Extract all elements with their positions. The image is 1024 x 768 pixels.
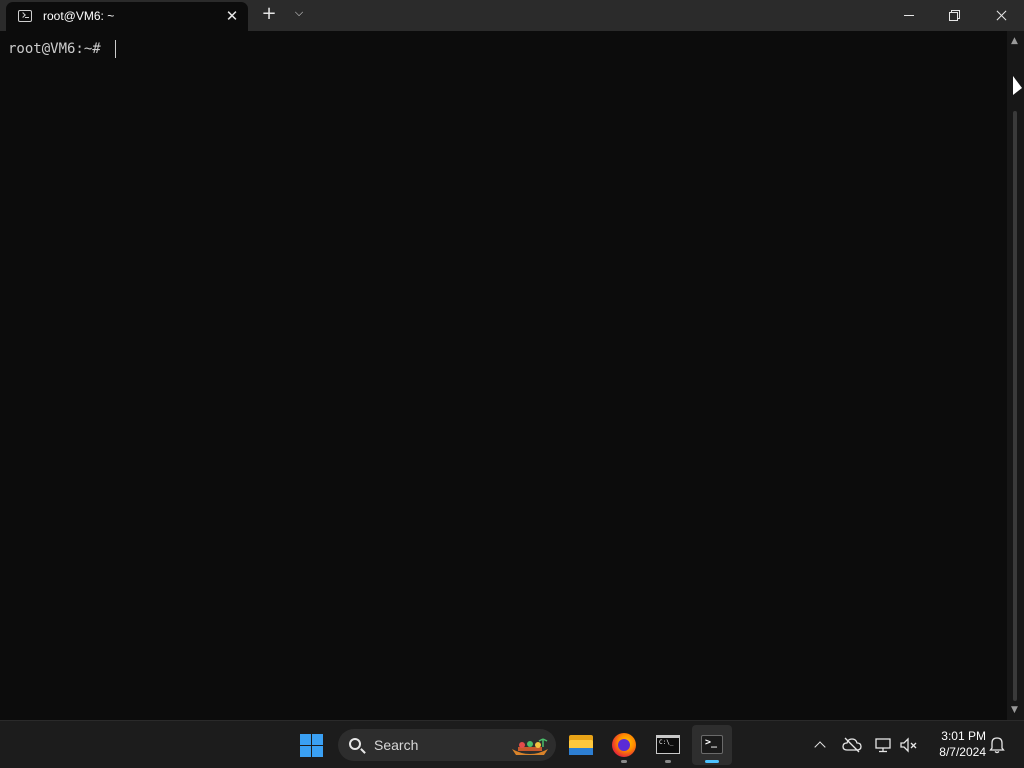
close-button[interactable] — [978, 0, 1024, 31]
running-indicator — [621, 760, 627, 763]
scroll-down-arrow-icon[interactable]: ▼ — [1011, 705, 1018, 715]
network-icon[interactable] — [871, 733, 895, 757]
cmd-icon: C:\_ — [656, 735, 680, 754]
active-indicator — [705, 760, 719, 763]
new-tab-plus-icon[interactable]: + — [258, 5, 280, 25]
search-label: Search — [374, 737, 419, 753]
clock-date: 8/7/2024 — [939, 745, 986, 759]
volume-muted-icon[interactable] — [897, 733, 921, 757]
terminal-window: root@VM6: ~ ✕ + ⌵ root@VM6:~# ▲ ▼ — [0, 0, 1024, 720]
terminal-tab-icon — [18, 10, 32, 22]
shell-prompt: root@VM6:~# — [8, 41, 101, 57]
text-cursor — [115, 40, 116, 58]
chevron-up-icon[interactable] — [808, 733, 832, 757]
tab-title: root@VM6: ~ — [43, 9, 115, 23]
start-button[interactable] — [298, 732, 326, 760]
taskbar-file-explorer[interactable] — [560, 725, 600, 765]
scroll-thumb[interactable] — [1013, 111, 1017, 701]
vertical-scrollbar[interactable]: ▲ ▼ — [1007, 31, 1024, 720]
tab-close-icon[interactable]: ✕ — [221, 7, 243, 27]
notification-bell-icon[interactable] — [985, 733, 1009, 757]
taskbar-search[interactable]: Search — [338, 729, 556, 761]
terminal-output[interactable]: root@VM6:~# — [0, 31, 1007, 720]
chevron-down-icon[interactable]: ⌵ — [289, 7, 309, 25]
restore-button[interactable] — [932, 0, 978, 31]
cloud-off-icon[interactable] — [840, 733, 864, 757]
search-highlight-icon — [512, 738, 548, 755]
taskbar: Search C:\_ >_ 3:01 PM 8/7/2024 — [0, 720, 1024, 768]
clock-time: 3:01 PM — [941, 729, 986, 743]
taskbar-firefox[interactable] — [604, 725, 644, 765]
taskbar-command-prompt[interactable]: C:\_ — [648, 725, 688, 765]
windows-logo-icon — [300, 734, 311, 745]
mouse-pointer-icon — [1013, 76, 1022, 95]
scroll-up-arrow-icon[interactable]: ▲ — [1011, 36, 1018, 46]
tab-terminal[interactable]: root@VM6: ~ ✕ — [6, 2, 248, 31]
system-clock[interactable]: 3:01 PM 8/7/2024 — [924, 728, 986, 760]
running-indicator — [665, 760, 671, 763]
terminal-icon: >_ — [701, 735, 723, 754]
minimize-button[interactable] — [886, 0, 932, 31]
taskbar-terminal[interactable]: >_ — [692, 725, 732, 765]
title-bar[interactable]: root@VM6: ~ ✕ + ⌵ — [0, 0, 1024, 31]
search-icon — [349, 738, 361, 750]
